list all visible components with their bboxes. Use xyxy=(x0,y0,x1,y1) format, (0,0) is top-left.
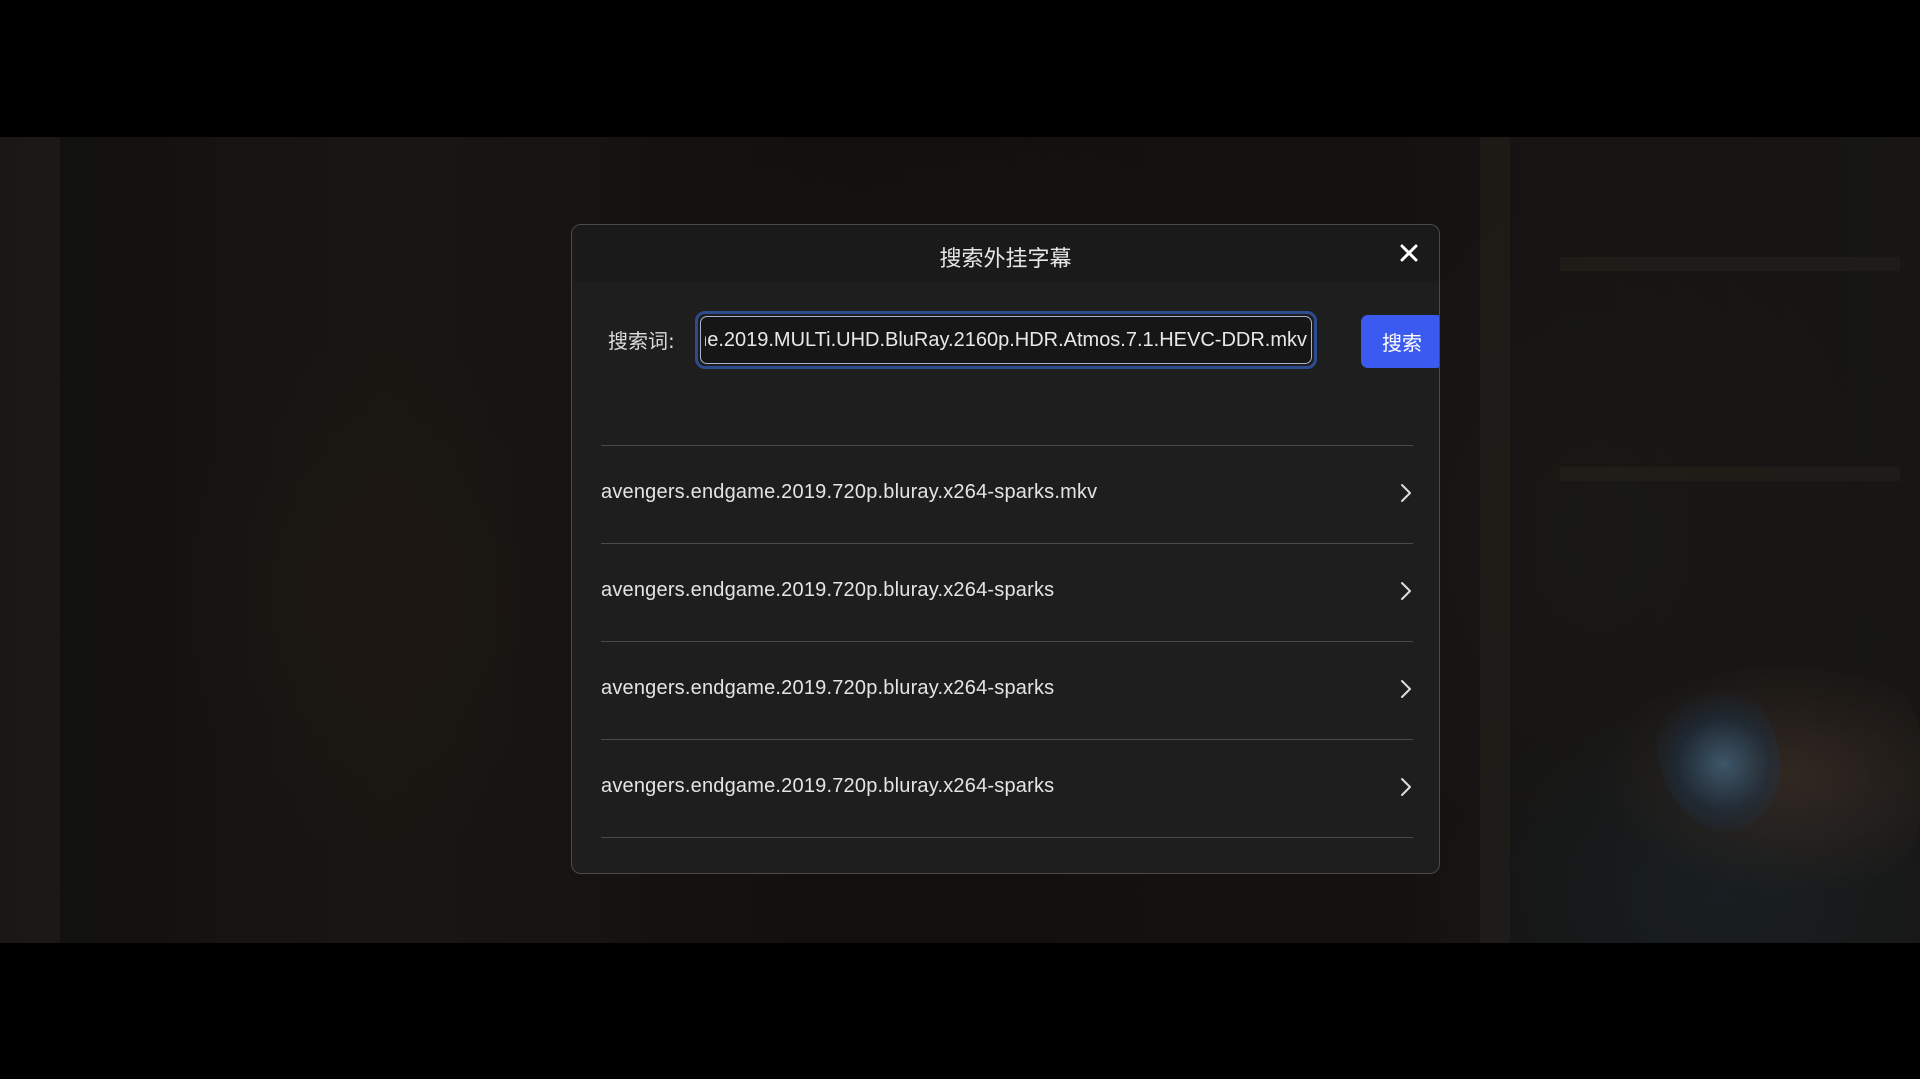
result-label: avengers.endgame.2019.720p.bluray.x264-s… xyxy=(601,481,1098,503)
search-label: 搜索词: xyxy=(608,329,675,353)
close-button[interactable] xyxy=(1397,241,1421,265)
dialog-header: 搜索外挂字幕 xyxy=(572,225,1439,281)
chevron-right-icon xyxy=(1401,484,1411,502)
chevron-right-icon xyxy=(1401,680,1411,698)
search-row: 搜索词: 搜索 xyxy=(608,311,1439,369)
dialog-title: 搜索外挂字幕 xyxy=(939,247,1072,272)
player-screen: 搜索外挂字幕 搜索词: 搜索 avengers.endgame.2019.720… xyxy=(0,0,1920,1079)
result-list: avengers.endgame.2019.720p.bluray.x264-s… xyxy=(601,445,1413,838)
list-item[interactable]: avengers.endgame.2019.720p.bluray.x264-s… xyxy=(601,445,1413,543)
chevron-right-icon xyxy=(1401,778,1411,796)
subtitle-search-dialog: 搜索外挂字幕 搜索词: 搜索 avengers.endgame.2019.720… xyxy=(571,224,1440,874)
close-icon xyxy=(1400,244,1418,262)
search-input-focus-ring xyxy=(695,311,1317,369)
result-label: avengers.endgame.2019.720p.bluray.x264-s… xyxy=(601,677,1055,699)
result-label: avengers.endgame.2019.720p.bluray.x264-s… xyxy=(601,775,1055,797)
list-item[interactable]: avengers.endgame.2019.720p.bluray.x264-s… xyxy=(601,543,1413,641)
chevron-right-icon xyxy=(1401,582,1411,600)
list-item[interactable]: avengers.endgame.2019.720p.bluray.x264-s… xyxy=(601,641,1413,739)
search-input[interactable] xyxy=(700,316,1312,364)
list-item[interactable]: avengers.endgame.2019.720p.bluray.x264-s… xyxy=(601,739,1413,838)
search-button[interactable]: 搜索 xyxy=(1361,315,1439,368)
result-label: avengers.endgame.2019.720p.bluray.x264-s… xyxy=(601,579,1055,601)
